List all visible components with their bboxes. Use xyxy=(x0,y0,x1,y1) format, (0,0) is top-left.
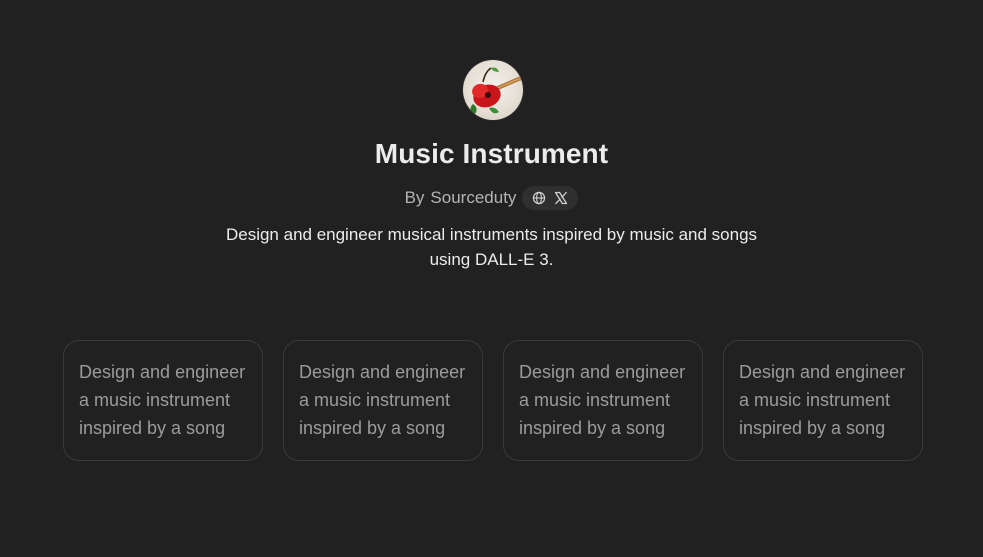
globe-icon[interactable] xyxy=(531,190,547,206)
x-logo-icon[interactable] xyxy=(553,190,569,206)
starter-card[interactable]: Design and engineer a music instrument i… xyxy=(283,340,483,461)
byline: By Sourceduty xyxy=(0,186,983,210)
social-links xyxy=(522,186,579,210)
author-name: Sourceduty xyxy=(430,188,517,207)
starter-text: Design and engineer a music instrument i… xyxy=(299,362,466,438)
starter-text: Design and engineer a music instrument i… xyxy=(79,362,246,438)
gpt-description: Design and engineer musical instruments … xyxy=(225,225,758,269)
starter-card[interactable]: Design and engineer a music instrument i… xyxy=(723,340,923,461)
guitar-avatar-icon xyxy=(470,67,523,114)
gpt-intro-page: Music Instrument By Sourceduty Design an… xyxy=(0,0,983,557)
gpt-title: Music Instrument xyxy=(374,138,609,169)
gpt-description-wrap: Design and engineer musical instruments … xyxy=(0,222,983,272)
conversation-starters: Design and engineer a music instrument i… xyxy=(63,340,923,461)
starter-card[interactable]: Design and engineer a music instrument i… xyxy=(503,340,703,461)
starter-text: Design and engineer a music instrument i… xyxy=(739,362,906,438)
gpt-avatar xyxy=(463,60,523,120)
starter-text: Design and engineer a music instrument i… xyxy=(519,362,686,438)
starter-card[interactable]: Design and engineer a music instrument i… xyxy=(63,340,263,461)
byline-prefix: By xyxy=(404,188,425,207)
